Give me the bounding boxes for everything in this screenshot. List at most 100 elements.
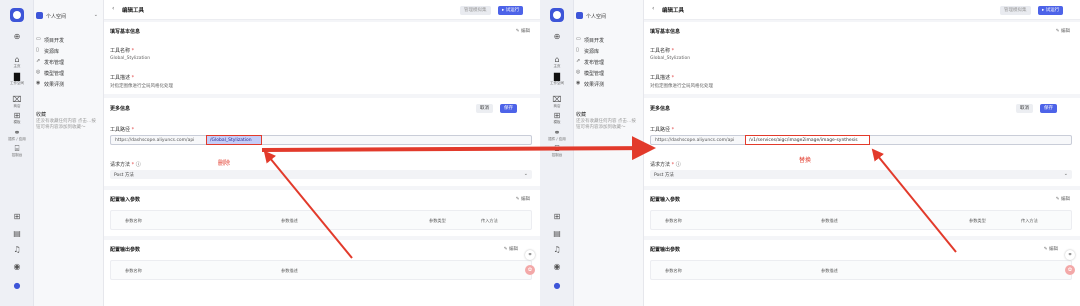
rail-plugin[interactable]: ⚭ 插件 / 应用 [0, 128, 34, 142]
doc-icon[interactable]: ▤ [0, 229, 34, 238]
model-icon: ◎ [36, 69, 41, 75]
path-replaced-highlight[interactable]: /v1/services/aigc/image2image/image-synt… [745, 135, 870, 145]
right-screenshot: ⊕ ⌂ 主页 ▇ 工作空间 ⌧ 商店 ⊞ 模板 ⚭ 插件 / 应用 ⌸ 控制台 ⊞ ▤ ♫ … [540, 0, 1080, 306]
section-title: 配置输入参数 [110, 197, 141, 203]
rail-template[interactable]: ⊞ 模板 [540, 111, 574, 125]
col-header: 参数名称 [665, 218, 682, 223]
section-title: 更多信息 [110, 106, 131, 112]
test-run-button[interactable]: ▸ 试运行 [1038, 6, 1064, 15]
grid-icon[interactable]: ⊞ [540, 212, 574, 221]
qr-icon[interactable]: ⌗ [1065, 250, 1075, 260]
tool-name-label: 工具名称 * [110, 48, 135, 54]
doc-icon[interactable]: ▤ [540, 229, 574, 238]
chevron-down-icon: ⌄ [1063, 171, 1068, 177]
save-button[interactable]: 保存 [1040, 104, 1057, 113]
create-icon[interactable]: ⊕ [540, 32, 574, 41]
edit-button[interactable]: ✎ 编辑 [1056, 28, 1070, 34]
left-main: ‹ 编辑工具 管理模拟集 ▸ 试运行 填写基本信息 ✎ 编辑 工具名称 * Gl… [104, 0, 540, 306]
manage-mock-button[interactable]: 管理模拟集 [460, 6, 491, 15]
user-avatar-icon[interactable]: ● [540, 281, 574, 290]
edit-button[interactable]: ✎ 编辑 [504, 246, 518, 252]
rail-home[interactable]: ⌂ 主页 [0, 55, 34, 69]
space-avatar [576, 12, 583, 19]
user-avatar-icon[interactable]: ● [0, 281, 34, 290]
back-arrow-icon[interactable]: ‹ [652, 5, 654, 12]
tool-name-value: Global_Stylization [110, 56, 151, 61]
section-title: 更多信息 [650, 106, 671, 112]
nav-item-eval[interactable]: ◉ 效果评测 [34, 79, 104, 88]
rail-store[interactable]: ⌧ 商店 [0, 95, 34, 109]
col-header: 传入方法 [1021, 218, 1038, 223]
col-header: 参数名称 [125, 218, 142, 223]
manage-mock-button[interactable]: 管理模拟集 [1000, 6, 1031, 15]
basic-info-section: 填写基本信息 ✎ 编辑 工具名称 * Global_Stylization 工具… [644, 22, 1080, 94]
method-select[interactable]: Post 方法 ⌄ [650, 170, 1072, 179]
tool-path-input[interactable]: https://dashscope.aliyuncs.com/api [110, 135, 532, 145]
publish-icon: ⇗ [36, 58, 41, 64]
nav-item-models[interactable]: ◎ 模型管理 [34, 68, 104, 77]
nav-item-eval[interactable]: ◉ 效果评测 [574, 79, 644, 88]
rail-home[interactable]: ⌂ 主页 [540, 55, 574, 69]
edit-button[interactable]: ✎ 编辑 [1044, 246, 1058, 252]
project-icon: ▭ [36, 36, 41, 42]
grid-icon[interactable]: ⊞ [0, 212, 34, 221]
path-selected-highlight[interactable]: /Global_Stylization [206, 135, 262, 145]
bell-icon[interactable]: ♫ [0, 245, 34, 254]
app-logo-icon[interactable] [550, 8, 564, 22]
input-params-section: 配置输入参数 ✎ 编辑 参数名称 参数描述 参数类型 传入方法 [104, 190, 540, 236]
method-label: 请求方法 * ⓘ [650, 162, 681, 168]
annotation-replace: 替换 [799, 157, 812, 164]
right-icon-rail: ⊕ ⌂ 主页 ▇ 工作空间 ⌧ 商店 ⊞ 模板 ⚭ 插件 / 应用 ⌸ 控制台 ⊞ ▤ ♫ … [540, 0, 574, 306]
space-switcher[interactable]: 个人空间 ⌄ [34, 11, 104, 21]
section-title: 配置输出参数 [650, 247, 681, 253]
nav-item-project[interactable]: ▭ 项目开发 [34, 35, 104, 44]
rail-plugin[interactable]: ⚭ 插件 / 应用 [540, 128, 574, 142]
favorites-title: 收藏 [36, 112, 47, 118]
console-icon: ⌸ [14, 144, 20, 153]
edit-button[interactable]: ✎ 编辑 [1056, 196, 1070, 202]
tool-desc-label: 工具描述 * [110, 75, 135, 81]
info-icon: ⓘ [675, 162, 681, 168]
col-header: 传入方法 [481, 218, 498, 223]
app-logo-icon[interactable] [10, 8, 24, 22]
chevron-down-icon: ⌄ [93, 12, 98, 18]
record-icon[interactable]: ◉ [540, 262, 574, 271]
nav-item-models[interactable]: ◎ 模型管理 [574, 68, 644, 77]
assistant-icon[interactable]: ✿ [525, 265, 535, 275]
record-icon[interactable]: ◉ [0, 262, 34, 271]
method-select[interactable]: Post 方法 ⌄ [110, 170, 532, 179]
create-icon[interactable]: ⊕ [0, 32, 34, 41]
assistant-icon[interactable]: ✿ [1065, 265, 1075, 275]
space-avatar [36, 12, 43, 19]
edit-button[interactable]: ✎ 编辑 [516, 196, 530, 202]
output-params-section: 配置输出参数 ✎ 编辑 参数名称 参数描述 [644, 240, 1080, 306]
space-switcher[interactable]: 个人空间 [574, 11, 644, 21]
tool-name-value: Global_Stylization [650, 56, 691, 61]
test-run-button[interactable]: ▸ 试运行 [498, 6, 524, 15]
rail-workspace[interactable]: ▇ 工作空间 [0, 72, 34, 86]
cancel-button[interactable]: 取消 [476, 104, 493, 113]
nav-item-publish[interactable]: ⇗ 发布管理 [574, 57, 644, 66]
nav-item-project[interactable]: ▭ 项目开发 [574, 35, 644, 44]
rail-template[interactable]: ⊞ 模板 [0, 111, 34, 125]
nav-item-library[interactable]: ▯ 资源库 [574, 46, 644, 55]
tool-desc-value: 对指定图像进行全局风格化处理 [110, 84, 173, 89]
library-icon: ▯ [36, 47, 39, 53]
nav-item-library[interactable]: ▯ 资源库 [34, 46, 104, 55]
rail-console[interactable]: ⌸ 控制台 [0, 144, 34, 158]
nav-item-publish[interactable]: ⇗ 发布管理 [34, 57, 104, 66]
edit-button[interactable]: ✎ 编辑 [516, 28, 530, 34]
rail-store[interactable]: ⌧ 商店 [540, 95, 574, 109]
back-arrow-icon[interactable]: ‹ [112, 5, 114, 12]
qr-icon[interactable]: ⌗ [525, 250, 535, 260]
save-button[interactable]: 保存 [500, 104, 517, 113]
folder-icon: ▇ [553, 72, 561, 81]
rail-workspace[interactable]: ▇ 工作空间 [540, 72, 574, 86]
bell-icon[interactable]: ♫ [540, 245, 574, 254]
left-screenshot: ⊕ ⌂ 主页 ▇ 工作空间 ⌧ 商店 ⊞ 模板 ⚭ 插件 / 应用 ⌸ 控制台 ⊞ ▤ ♫ … [0, 0, 540, 306]
rail-console[interactable]: ⌸ 控制台 [540, 144, 574, 158]
tool-path-label: 工具路径 * [110, 127, 135, 133]
left-nav: 个人空间 ▭ 项目开发 ▯ 资源库 ⇗ 发布管理 ◎ 模型管理 ◉ 效果评测 收藏 还没有… [574, 0, 644, 306]
cancel-button[interactable]: 取消 [1016, 104, 1033, 113]
section-title: 配置输入参数 [650, 197, 681, 203]
